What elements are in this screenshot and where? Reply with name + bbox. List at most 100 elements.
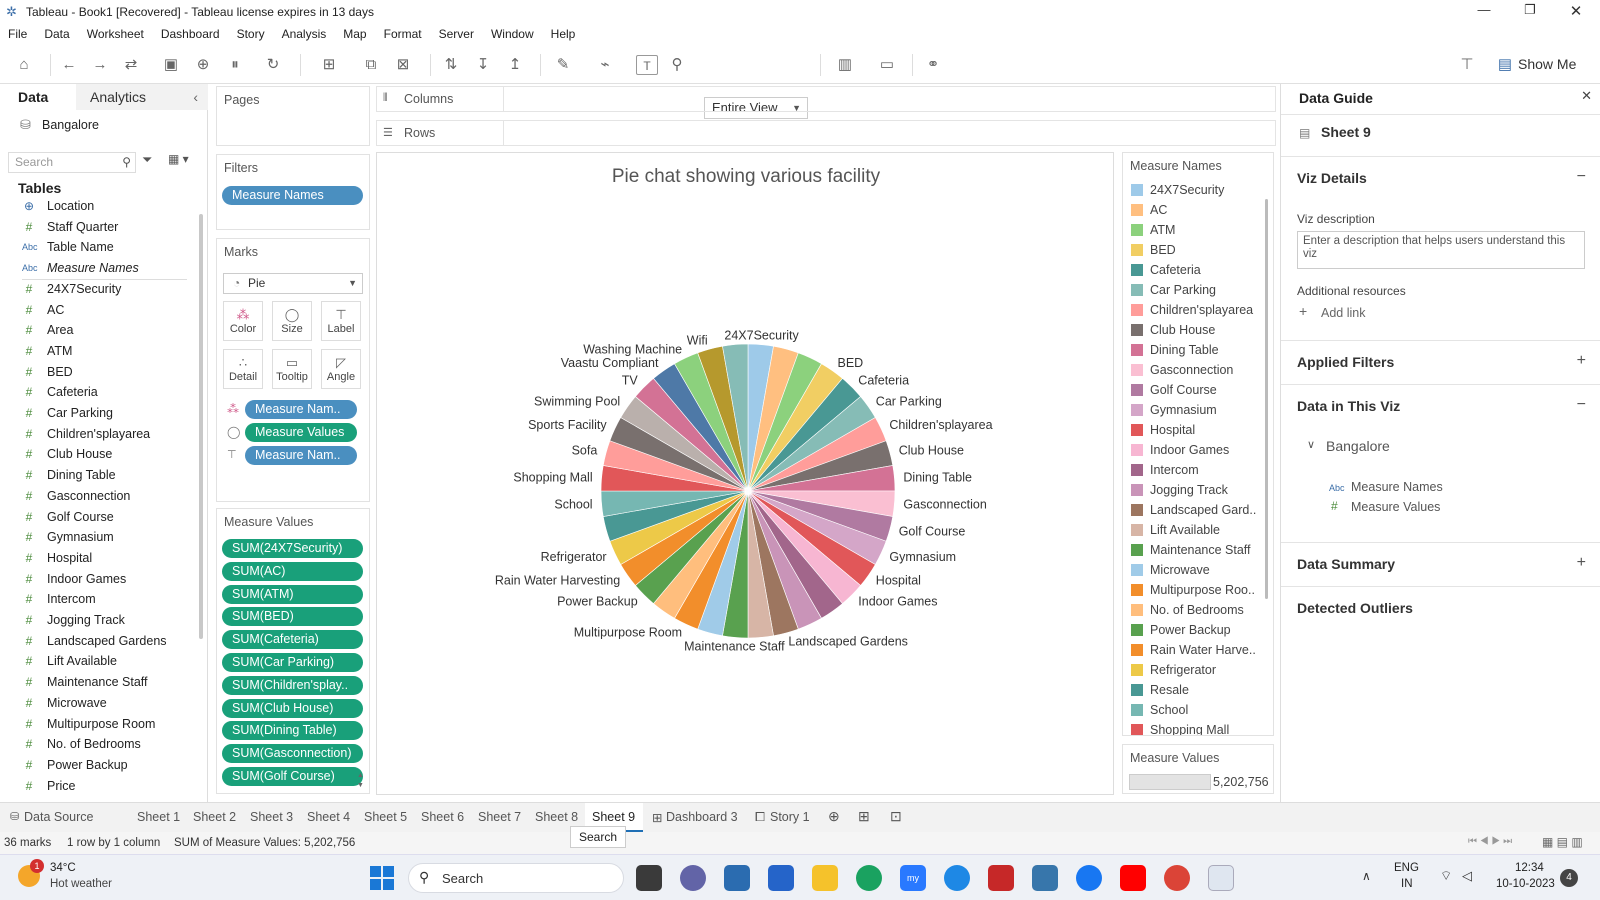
legend-item[interactable]: Indoor Games xyxy=(1131,441,1229,460)
color-button[interactable]: ⁂ Color xyxy=(223,301,263,341)
new-dashboard-icon[interactable]: ⊞ xyxy=(858,808,870,825)
legend-item[interactable]: Dining Table xyxy=(1131,341,1219,360)
new-worksheet-icon[interactable]: ⊞ xyxy=(318,55,340,75)
view-options-icon[interactable]: ▦ ▾ xyxy=(168,152,189,166)
edge-icon[interactable] xyxy=(856,865,882,891)
field-item[interactable]: # Maintenance Staff xyxy=(0,672,190,693)
field-item[interactable]: # ATM xyxy=(0,341,190,362)
data-in-viz-heading[interactable]: Data in This Viz xyxy=(1297,398,1400,414)
chevron-up-icon[interactable]: ∧ xyxy=(1362,869,1371,883)
pie-chart[interactable]: 24X7Security BED Cafeteria Car Parking Child… xyxy=(377,153,1113,794)
mark-type-select[interactable]: ◔ Pie ▼ xyxy=(223,273,363,294)
columns-shelf[interactable]: ⫴ Columns xyxy=(376,86,1276,112)
tab-sheet-4[interactable]: Sheet 4 xyxy=(307,810,350,824)
field-item[interactable]: # Hospital xyxy=(0,548,190,569)
nav-first-icon[interactable]: ⏮ ◀ ▶ ⏭ xyxy=(1468,836,1512,847)
field-item[interactable]: # Golf Course xyxy=(0,507,190,528)
pause-updates-icon[interactable]: ⏸ xyxy=(224,55,246,75)
minimize-button[interactable]: — xyxy=(1464,2,1504,22)
legend-item[interactable]: Golf Course xyxy=(1131,381,1217,400)
detected-outliers-heading[interactable]: Detected Outliers xyxy=(1297,600,1413,616)
field-item[interactable]: # Landscaped Gardens xyxy=(0,631,190,652)
field-item[interactable]: # Intercom xyxy=(0,589,190,610)
fix-axes-icon[interactable]: ⚲ xyxy=(666,55,688,75)
tab-sheet-2[interactable]: Sheet 2 xyxy=(193,810,236,824)
field-item[interactable]: Abc Measure Names xyxy=(0,258,190,279)
scrollbar[interactable] xyxy=(199,214,203,639)
measure-values-pill[interactable]: SUM(Children'splay.. xyxy=(222,675,363,695)
legend-item[interactable]: Resale xyxy=(1131,681,1189,700)
tab-data[interactable]: Data xyxy=(0,84,76,110)
collapse-icon[interactable]: − xyxy=(1577,396,1586,414)
menu-dashboard[interactable]: Dashboard xyxy=(161,27,220,41)
applied-filters-heading[interactable]: Applied Filters xyxy=(1297,354,1394,370)
viz-details-heading[interactable]: Viz Details xyxy=(1297,170,1367,186)
measure-values-pill[interactable]: SUM(Gasconnection) xyxy=(222,744,363,764)
legend-item[interactable]: Microwave xyxy=(1131,561,1210,580)
clear-sheet-icon[interactable]: ⊠ xyxy=(392,55,414,75)
measure-values-pill[interactable]: SUM(Cafeteria) xyxy=(222,630,363,650)
mcafee-icon[interactable] xyxy=(988,865,1014,891)
expand-icon[interactable]: + xyxy=(1577,352,1586,370)
redo-icon[interactable]: → xyxy=(89,55,111,75)
task-view-icon[interactable] xyxy=(636,865,662,891)
angle-button[interactable]: ◸ Angle xyxy=(321,349,361,389)
tab-data-source[interactable]: Data Source xyxy=(24,810,93,824)
menu-server[interactable]: Server xyxy=(439,27,474,41)
maximize-button[interactable]: ❐ xyxy=(1510,2,1550,22)
save-icon[interactable]: ▣ xyxy=(160,55,182,75)
tab-sheet-7[interactable]: Sheet 7 xyxy=(478,810,521,824)
field-item[interactable]: # Gasconnection xyxy=(0,486,190,507)
chevron-down-icon[interactable]: ∨ xyxy=(1307,438,1315,451)
home-icon[interactable]: ⌂ xyxy=(13,55,35,75)
legend-item[interactable]: No. of Bedrooms xyxy=(1131,601,1244,620)
new-datasource-icon[interactable]: ⊕ xyxy=(192,55,214,75)
legend-item[interactable]: Landscaped Gard.. xyxy=(1131,501,1256,520)
undo-icon[interactable]: ← xyxy=(58,55,80,75)
duplicate-icon[interactable]: ⧉ xyxy=(360,55,382,75)
show-cards-icon[interactable]: ▥ xyxy=(834,55,856,75)
swap-icon[interactable]: ⇅ xyxy=(440,55,462,75)
legend-scrollbar[interactable] xyxy=(1265,199,1268,599)
data-guide-icon[interactable]: ⊤ xyxy=(1456,55,1478,75)
tab-sheet-1[interactable]: Sheet 1 xyxy=(137,810,180,824)
field-item[interactable]: # Club House xyxy=(0,444,190,465)
legend-item[interactable]: Maintenance Staff xyxy=(1131,541,1251,560)
menu-data[interactable]: Data xyxy=(44,27,69,41)
collapse-icon[interactable]: − xyxy=(1577,168,1586,186)
menu-analysis[interactable]: Analysis xyxy=(282,27,327,41)
field-item[interactable]: # Gymnasium xyxy=(0,527,190,548)
rows-shelf[interactable]: ☰ Rows xyxy=(376,120,1276,146)
menu-worksheet[interactable]: Worksheet xyxy=(87,27,144,41)
measure-values-pill[interactable]: SUM(Dining Table) xyxy=(222,721,363,741)
tab-analytics[interactable]: Analytics ‹ xyxy=(76,84,208,110)
measure-values-pill[interactable]: SUM(24X7Security) xyxy=(222,539,363,558)
wifi-icon[interactable]: ⌔ xyxy=(1440,868,1452,884)
field-item[interactable]: # Dining Table xyxy=(0,465,190,486)
chrome-icon[interactable] xyxy=(1164,865,1190,891)
legend-item[interactable]: Refrigerator xyxy=(1131,661,1216,680)
show-me-button[interactable]: Show Me xyxy=(1518,56,1576,72)
sort-descending-icon[interactable]: ↥ xyxy=(504,55,526,75)
guide-field-measure-values[interactable]: Measure Values xyxy=(1351,500,1440,514)
measure-values-pill[interactable]: SUM(AC) xyxy=(222,561,363,581)
filter-pill-measure-names[interactable]: Measure Names xyxy=(222,186,363,205)
detail-button[interactable]: ∴ Detail xyxy=(223,349,263,389)
legend-item[interactable]: Intercom xyxy=(1131,461,1199,480)
measure-values-pill[interactable]: SUM(Golf Course) xyxy=(222,767,363,786)
tab-sheet-3[interactable]: Sheet 3 xyxy=(250,810,293,824)
replay-icon[interactable]: ⇄ xyxy=(120,55,142,75)
legend-item[interactable]: Car Parking xyxy=(1131,281,1216,300)
lang-primary[interactable]: ENG xyxy=(1394,862,1419,874)
legend-item[interactable]: Hospital xyxy=(1131,421,1195,440)
share-icon[interactable]: ⚭ xyxy=(922,55,944,75)
marks-pill-size[interactable]: Measure Values xyxy=(245,423,357,442)
show-labels-icon[interactable]: T xyxy=(636,55,658,75)
legend-item[interactable]: School xyxy=(1131,701,1188,720)
field-item[interactable]: # Cafeteria xyxy=(0,382,190,403)
field-item[interactable]: # Area xyxy=(0,320,190,341)
menu-window[interactable]: Window xyxy=(491,27,534,41)
field-item[interactable]: # Price xyxy=(0,776,190,797)
legend-item[interactable]: Gymnasium xyxy=(1131,401,1217,420)
file-explorer-icon[interactable] xyxy=(812,865,838,891)
